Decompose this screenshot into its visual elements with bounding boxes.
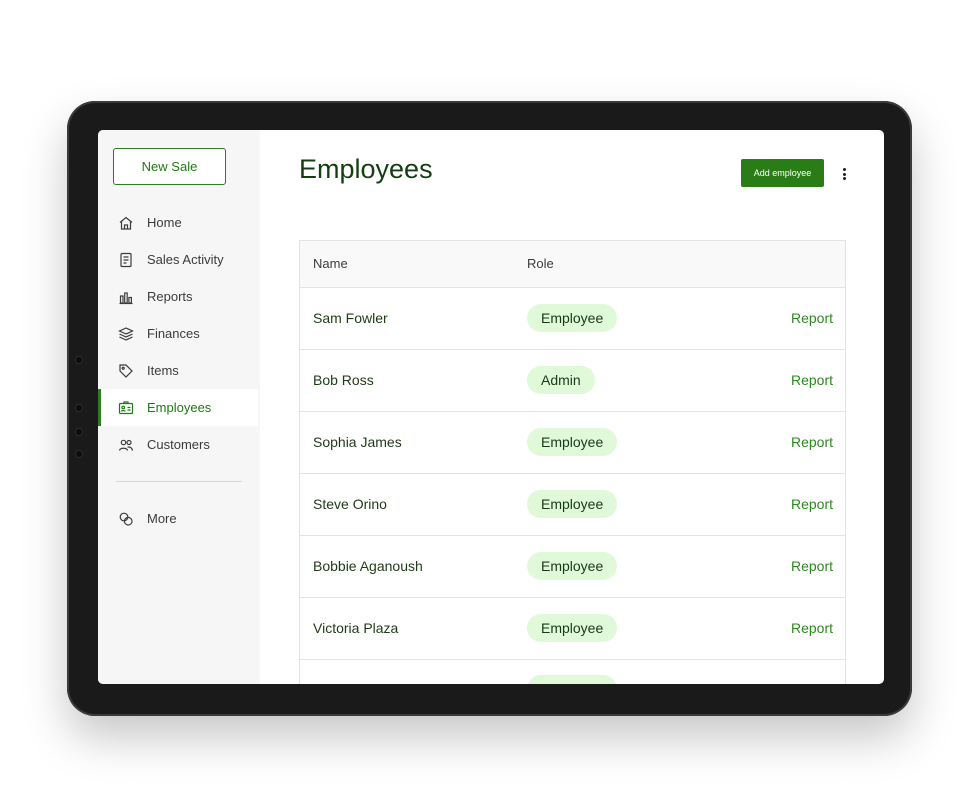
sidebar-item-home[interactable]: Home — [98, 204, 260, 241]
receipt-icon — [117, 251, 135, 269]
new-sale-button[interactable]: New Sale — [113, 148, 226, 185]
sidebar-divider — [116, 481, 242, 482]
column-header-name[interactable]: Name — [313, 256, 348, 271]
role-badge: Employee — [527, 428, 618, 456]
table-row-partial[interactable]: Employee — [300, 660, 845, 684]
people-icon — [117, 436, 135, 454]
sidebar-item-employees[interactable]: Employees — [98, 389, 258, 426]
report-link[interactable]: Report — [791, 434, 833, 450]
stack-icon — [117, 325, 135, 343]
add-employee-button[interactable]: Add employee — [741, 159, 824, 187]
more-options-icon[interactable] — [838, 166, 850, 182]
table-row[interactable]: Sam Fowler Employee Report — [300, 288, 845, 350]
sidebar-item-label: Items — [147, 363, 179, 378]
sidebar-item-finances[interactable]: Finances — [98, 315, 260, 352]
report-link[interactable]: Report — [791, 496, 833, 512]
sidebar-item-label: Reports — [147, 289, 193, 304]
tablet-frame: New Sale Home Sales Activity Reports Fin… — [67, 101, 912, 716]
sidebar-item-label: Home — [147, 215, 182, 230]
table-row[interactable]: Bobbie Aganoush Employee Report — [300, 536, 845, 598]
role-badge: Employee — [527, 490, 618, 518]
overlap-circles-icon — [117, 510, 135, 528]
table-row[interactable]: Sophia James Employee Report — [300, 412, 845, 474]
table-row[interactable]: Bob Ross Admin Report — [300, 350, 845, 412]
table-header: Name Role — [300, 241, 845, 288]
tag-icon — [117, 362, 135, 380]
report-link[interactable]: Report — [791, 310, 833, 326]
home-icon — [117, 214, 135, 232]
employee-name: Sophia James — [313, 434, 402, 450]
sidebar-item-sales-activity[interactable]: Sales Activity — [98, 241, 260, 278]
sidebar-item-label: Sales Activity — [147, 252, 224, 267]
role-badge: Admin — [527, 366, 595, 394]
app-screen: New Sale Home Sales Activity Reports Fin… — [98, 130, 884, 684]
camera-dot — [76, 357, 82, 363]
role-badge: Employee — [527, 614, 618, 642]
sidebar-nav: Home Sales Activity Reports Finances Ite… — [98, 204, 260, 463]
camera-dot — [76, 405, 82, 411]
sidebar-item-label: Finances — [147, 326, 200, 341]
bar-chart-icon — [117, 288, 135, 306]
employee-name: Steve Orino — [313, 496, 387, 512]
sidebar-item-items[interactable]: Items — [98, 352, 260, 389]
sidebar-item-label: Customers — [147, 437, 210, 452]
report-link[interactable]: Report — [791, 620, 833, 636]
table-row[interactable]: Steve Orino Employee Report — [300, 474, 845, 536]
sidebar-item-label: Employees — [147, 400, 212, 415]
page-title: Employees — [299, 154, 433, 184]
camera-dot — [76, 429, 82, 435]
report-link[interactable]: Report — [791, 372, 833, 388]
sidebar-item-customers[interactable]: Customers — [98, 426, 260, 463]
id-badge-icon — [117, 399, 135, 417]
sidebar: New Sale Home Sales Activity Reports Fin… — [98, 130, 260, 684]
employee-name: Bobbie Aganoush — [313, 558, 423, 574]
role-badge: Employee — [527, 552, 618, 580]
role-badge: Employee — [527, 675, 618, 684]
table-row[interactable]: Victoria Plaza Employee Report — [300, 598, 845, 660]
column-header-role[interactable]: Role — [527, 256, 554, 271]
role-badge: Employee — [527, 304, 618, 332]
sidebar-item-more[interactable]: More — [98, 500, 260, 537]
employees-table: Name Role Sam Fowler Employee Report Bob… — [299, 240, 846, 684]
sidebar-item-reports[interactable]: Reports — [98, 278, 260, 315]
employee-name: Sam Fowler — [313, 310, 388, 326]
employee-name: Victoria Plaza — [313, 620, 399, 636]
camera-dot — [76, 451, 82, 457]
sidebar-item-label: More — [147, 511, 177, 526]
report-link[interactable]: Report — [791, 558, 833, 574]
sidebar-more: More — [98, 500, 260, 537]
employee-name: Bob Ross — [313, 372, 374, 388]
